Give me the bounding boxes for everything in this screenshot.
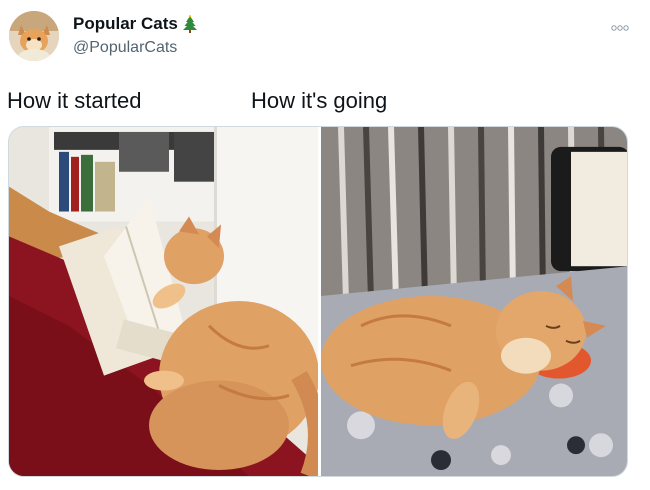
author-handle[interactable]: @PopularCats: [73, 39, 177, 57]
author-name-row[interactable]: Popular Cats: [73, 14, 197, 34]
tweet-media[interactable]: [8, 126, 628, 477]
avatar[interactable]: [9, 11, 59, 61]
cat-reading-image: [9, 127, 318, 476]
tweet: Popular Cats @PopularCats How it started…: [0, 0, 650, 490]
display-name[interactable]: Popular Cats: [73, 14, 178, 34]
cat-sleeping-image: [321, 127, 627, 476]
more-options-icon[interactable]: [610, 20, 630, 31]
caption-how-its-going: How it's going: [251, 88, 388, 113]
caption-how-it-started: How it started: [7, 88, 142, 113]
christmas-tree-icon: [182, 15, 197, 33]
photo-cat-reading[interactable]: [9, 127, 318, 476]
photo-cat-sleeping[interactable]: [321, 127, 627, 476]
cat-avatar-icon: [9, 11, 59, 61]
